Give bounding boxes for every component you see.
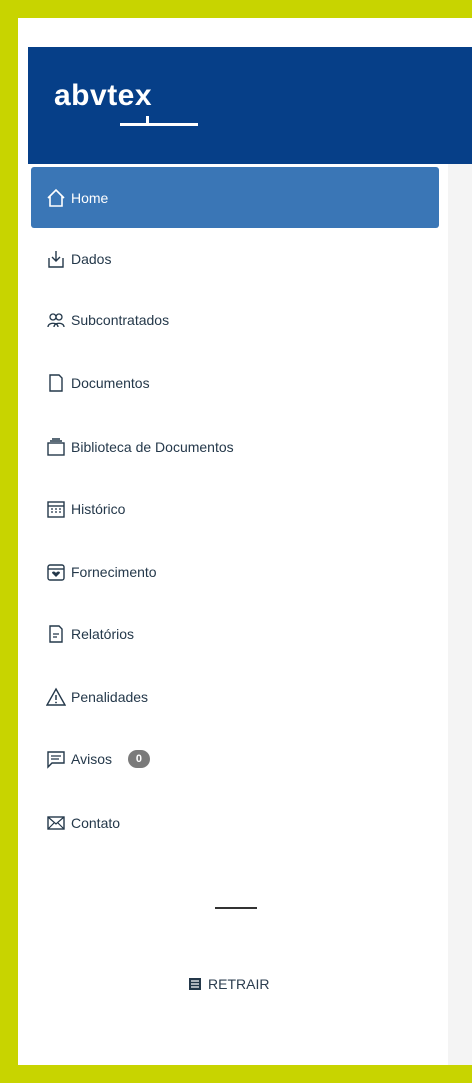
header-bar: abvtex [28, 47, 472, 164]
sidebar-item-contato[interactable]: Contato [31, 792, 439, 853]
warning-icon [45, 686, 67, 708]
users-icon [45, 309, 67, 331]
document-icon [45, 372, 67, 394]
collapse-label: RETRAIR [208, 976, 270, 992]
sidebar-item-label: Contato [71, 814, 121, 831]
sidebar-item-home[interactable]: Home [31, 167, 439, 228]
sidebar-item-label: Dados [71, 250, 112, 267]
sidebar-item-label: Histórico [71, 500, 126, 517]
sidebar-item-label: Avisos [71, 750, 112, 767]
sidebar-item-penalidades[interactable]: Penalidades [31, 666, 439, 727]
sidebar-item-label: Home [71, 189, 109, 206]
sidebar-item-subcontratados[interactable]: Subcontratados [31, 289, 439, 350]
sidebar-item-label: Relatórios [71, 625, 135, 642]
sidebar-item-avisos[interactable]: Avisos 0 [31, 728, 439, 789]
sidebar: Home Dados Subcontratados Documentos Bib… [28, 164, 448, 1065]
calendar-icon [45, 498, 67, 520]
report-icon [45, 623, 67, 645]
sidebar-item-documentos[interactable]: Documentos [31, 352, 439, 413]
home-icon [45, 187, 67, 209]
main-content-area [448, 164, 472, 1065]
logo-tick [146, 116, 149, 125]
box-icon [45, 561, 67, 583]
logo[interactable]: abvtex [54, 79, 198, 126]
sidebar-item-historico[interactable]: Histórico [31, 478, 439, 539]
sidebar-item-label: Fornecimento [71, 563, 157, 580]
sidebar-item-biblioteca[interactable]: Biblioteca de Documentos [31, 416, 439, 477]
sidebar-item-relatorios[interactable]: Relatórios [31, 603, 439, 664]
sidebar-item-fornecimento[interactable]: Fornecimento [31, 541, 439, 602]
collapse-icon [188, 977, 202, 991]
download-icon [45, 248, 67, 270]
collapse-sidebar-button[interactable]: RETRAIR [188, 976, 269, 992]
sidebar-item-label: Penalidades [71, 688, 149, 705]
logo-text: abvtex [54, 79, 153, 112]
sidebar-item-label: Subcontratados [71, 311, 170, 328]
sidebar-item-label: Documentos [71, 374, 150, 391]
sidebar-item-label: Biblioteca de Documentos [71, 438, 234, 455]
sidebar-divider [215, 907, 257, 909]
library-icon [45, 436, 67, 458]
message-icon [45, 748, 67, 770]
sidebar-item-dados[interactable]: Dados [31, 228, 439, 289]
avisos-count-badge: 0 [127, 749, 150, 768]
logo-underline [120, 123, 198, 126]
app-frame: abvtex Home Dados Subcontratados Documen… [18, 18, 472, 1065]
top-strip [18, 18, 472, 47]
envelope-icon [45, 812, 67, 834]
